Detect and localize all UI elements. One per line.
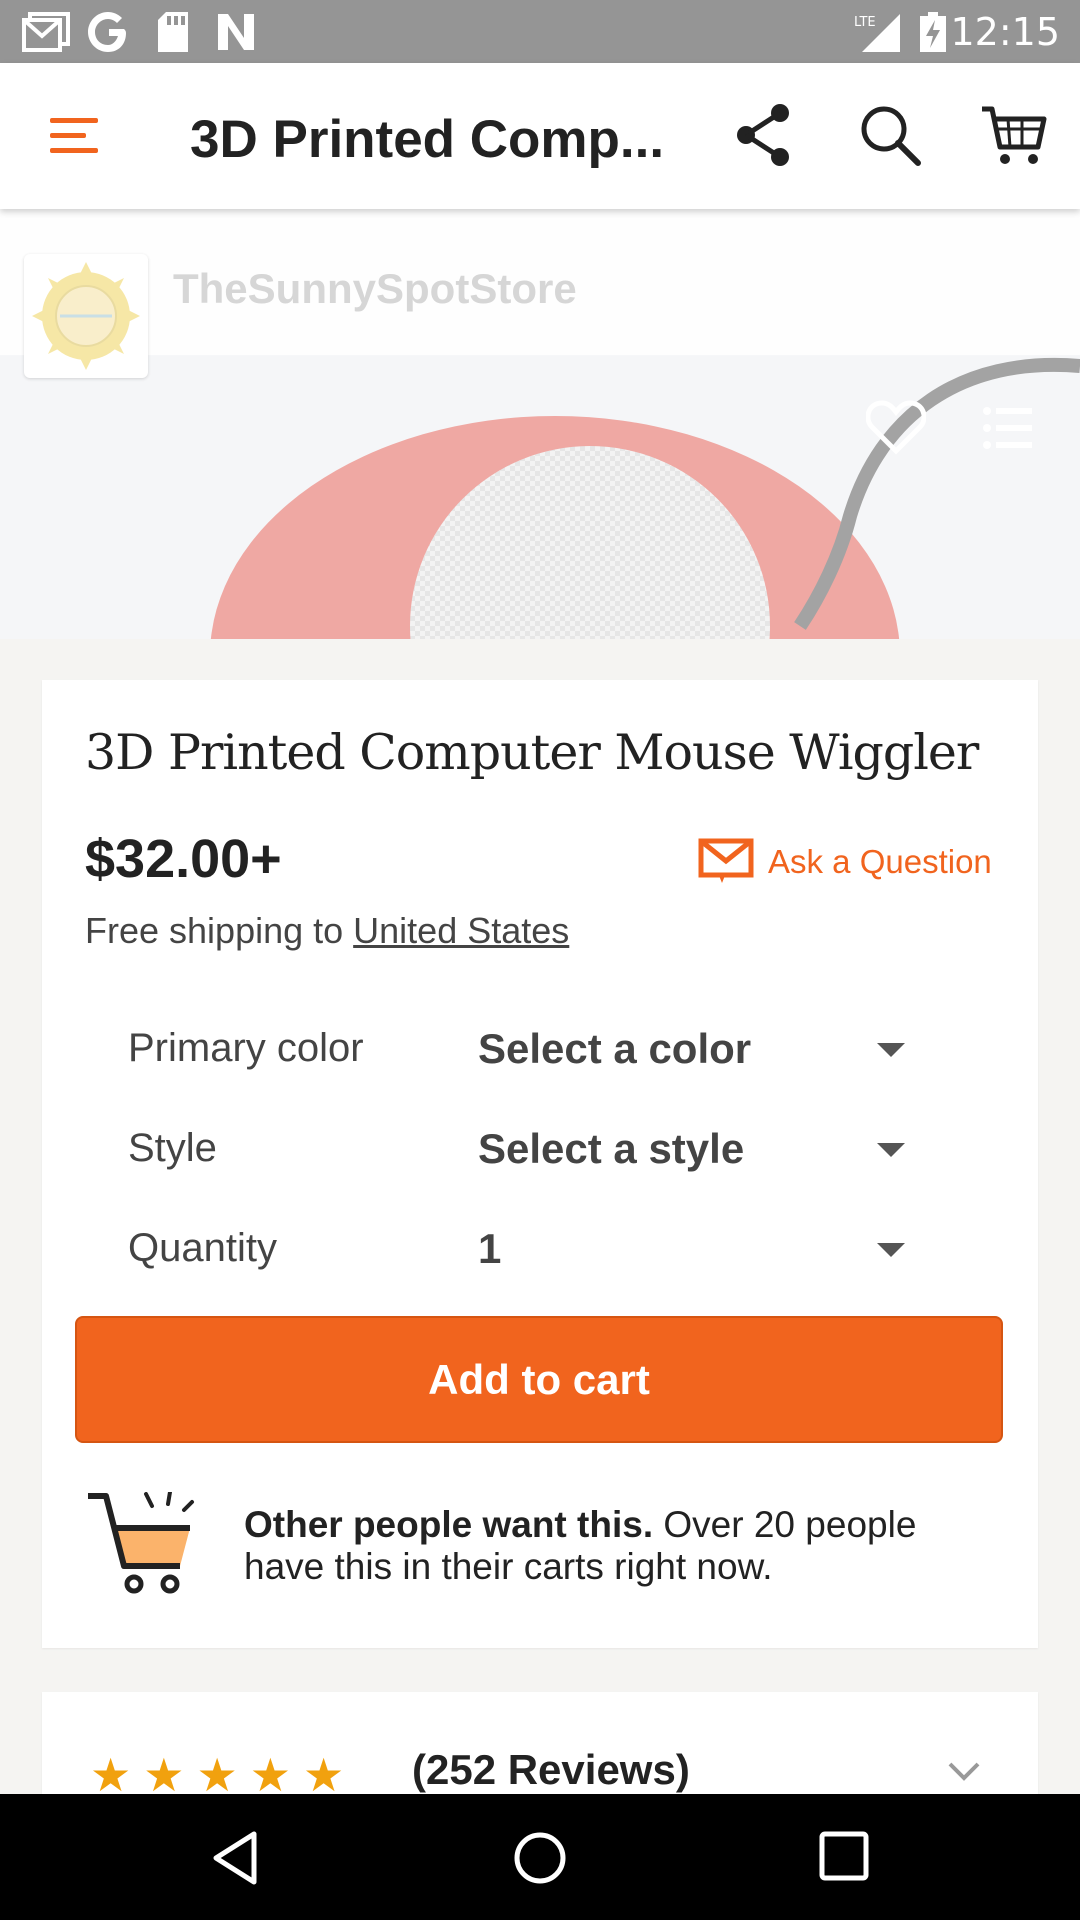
product-image[interactable]: TheSunnySpotStore bbox=[0, 209, 1080, 639]
color-select[interactable]: Select a color bbox=[478, 1025, 751, 1073]
product-card: 3D Printed Computer Mouse Wiggler $32.00… bbox=[42, 680, 1038, 1648]
gmail-icon bbox=[22, 12, 70, 52]
add-to-cart-button[interactable]: Add to cart bbox=[75, 1316, 1003, 1443]
chevron-down-icon[interactable] bbox=[877, 1143, 905, 1157]
style-select[interactable]: Select a style bbox=[478, 1125, 744, 1173]
shop-name[interactable]: TheSunnySpotStore bbox=[173, 265, 577, 313]
shop-logo[interactable] bbox=[24, 254, 148, 378]
back-icon[interactable] bbox=[210, 1830, 260, 1886]
app-bar: 3D Printed Comp... bbox=[0, 63, 1080, 209]
hamburger-icon[interactable] bbox=[38, 99, 110, 171]
option-label: Quantity bbox=[128, 1226, 277, 1270]
shipping-destination-link[interactable]: United States bbox=[353, 910, 569, 951]
share-icon[interactable] bbox=[728, 99, 800, 171]
cart-demand-icon bbox=[88, 1492, 194, 1594]
shop-header[interactable]: TheSunnySpotStore bbox=[0, 209, 1080, 355]
recents-icon[interactable] bbox=[818, 1830, 870, 1882]
search-icon[interactable] bbox=[854, 99, 926, 171]
social-proof-text: Other people want this. Over 20 people h… bbox=[244, 1504, 1004, 1588]
google-icon bbox=[88, 12, 126, 52]
shipping-info: Free shipping to United States bbox=[85, 910, 569, 952]
battery-charging-icon bbox=[920, 12, 946, 52]
svg-text:LTE: LTE bbox=[854, 15, 876, 30]
chevron-down-icon[interactable] bbox=[877, 1243, 905, 1257]
shipping-prefix: Free shipping to bbox=[85, 910, 354, 951]
cart-icon[interactable] bbox=[978, 99, 1050, 171]
mail-icon bbox=[698, 838, 754, 883]
quantity-select[interactable]: 1 bbox=[478, 1225, 501, 1273]
sd-card-icon bbox=[158, 12, 188, 52]
system-nav-bar bbox=[0, 1794, 1080, 1920]
social-proof-headline: Other people want this. bbox=[244, 1504, 654, 1545]
sun-logo-icon bbox=[32, 262, 140, 370]
page-title: 3D Printed Comp... bbox=[190, 110, 665, 169]
ask-question-button[interactable]: Ask a Question bbox=[698, 836, 992, 888]
status-bar: LTE 12:15 bbox=[0, 0, 1080, 63]
heart-icon[interactable] bbox=[866, 399, 926, 455]
list-icon[interactable] bbox=[982, 405, 1034, 451]
clock: 12:15 bbox=[950, 10, 1060, 54]
option-label: Primary color bbox=[128, 1026, 364, 1070]
lte-signal-icon: LTE bbox=[854, 14, 900, 52]
reviews-count: (252 Reviews) bbox=[412, 1746, 690, 1793]
chevron-down-icon[interactable] bbox=[946, 1760, 982, 1784]
product-title: 3D Printed Computer Mouse Wiggler bbox=[85, 724, 979, 781]
price: $32.00+ bbox=[85, 829, 282, 889]
option-label: Style bbox=[128, 1126, 217, 1170]
ask-question-label: Ask a Question bbox=[768, 843, 992, 880]
home-icon[interactable] bbox=[512, 1830, 568, 1886]
notification-n-icon bbox=[218, 14, 254, 50]
chevron-down-icon[interactable] bbox=[877, 1043, 905, 1057]
